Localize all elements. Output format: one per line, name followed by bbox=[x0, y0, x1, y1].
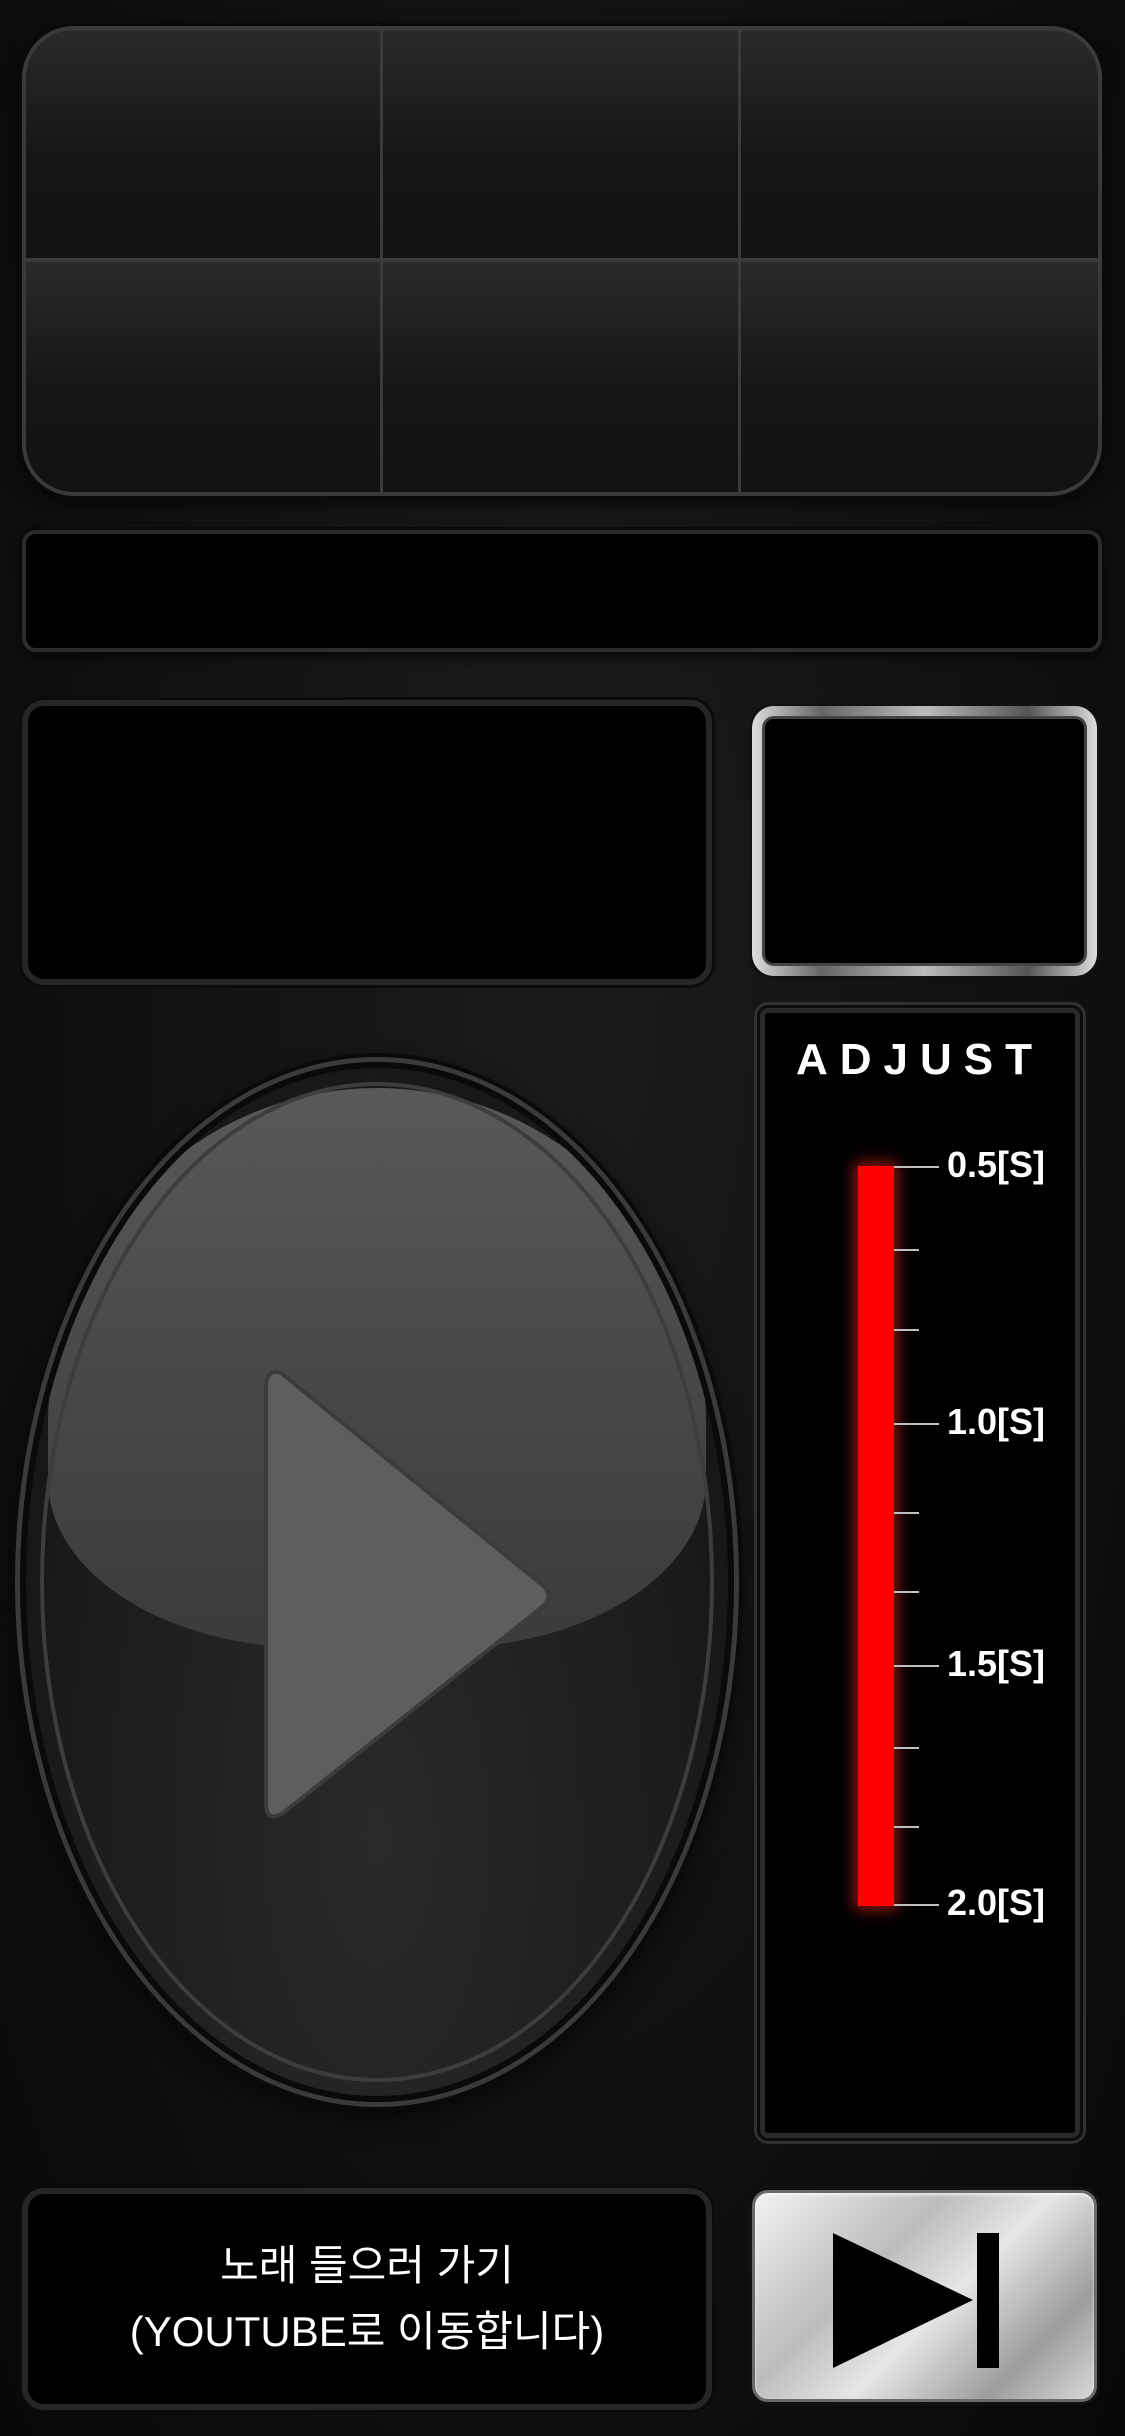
play-button[interactable] bbox=[20, 1062, 734, 2102]
youtube-link-line2: (YOUTUBE로 이동합니다) bbox=[129, 2308, 605, 2355]
adjust-tick-major bbox=[894, 1166, 939, 1168]
adjust-tick-minor bbox=[894, 1512, 919, 1514]
adjust-tick-major bbox=[894, 1904, 939, 1906]
adjust-label-1-5: 1.5[S] bbox=[947, 1643, 1046, 1684]
adjust-level-bar[interactable] bbox=[858, 1166, 894, 1906]
play-icon bbox=[264, 1370, 551, 1819]
status-display-bar bbox=[22, 530, 1102, 652]
adjust-label-2-0: 2.0[S] bbox=[947, 1882, 1046, 1923]
youtube-link-line1: 노래 들으러 가기 bbox=[220, 2242, 514, 2289]
adjust-tick-minor bbox=[894, 1826, 919, 1828]
adjust-tick-minor bbox=[894, 1249, 919, 1251]
grid-button-2[interactable] bbox=[383, 30, 741, 261]
grid-button-3[interactable] bbox=[740, 30, 1098, 261]
adjust-panel: ADJUST 0.5[S] 1.0[S] 1.5[S] 2.0[S] bbox=[760, 1008, 1080, 2138]
adjust-tick-minor bbox=[894, 1591, 919, 1593]
main-display-screen bbox=[22, 700, 712, 985]
adjust-tick-minor bbox=[894, 1747, 919, 1749]
grid-button-5[interactable] bbox=[383, 261, 741, 492]
next-track-button[interactable] bbox=[752, 2190, 1097, 2402]
youtube-link-button[interactable]: 노래 들으러 가기 (YOUTUBE로 이동합니다) bbox=[22, 2188, 712, 2410]
adjust-title: ADJUST bbox=[795, 1035, 1045, 1084]
adjust-tick-major bbox=[894, 1665, 939, 1667]
skip-next-icon bbox=[833, 2233, 999, 2368]
adjust-tick-major bbox=[894, 1423, 939, 1425]
adjust-tick-minor bbox=[894, 1329, 919, 1331]
secondary-display-screen bbox=[752, 706, 1097, 976]
top-button-grid bbox=[22, 26, 1102, 496]
grid-button-1[interactable] bbox=[26, 30, 384, 261]
adjust-label-1-0: 1.0[S] bbox=[947, 1401, 1046, 1442]
adjust-label-0-5: 0.5[S] bbox=[947, 1144, 1046, 1185]
grid-button-6[interactable] bbox=[740, 261, 1098, 492]
grid-button-4[interactable] bbox=[26, 261, 384, 492]
